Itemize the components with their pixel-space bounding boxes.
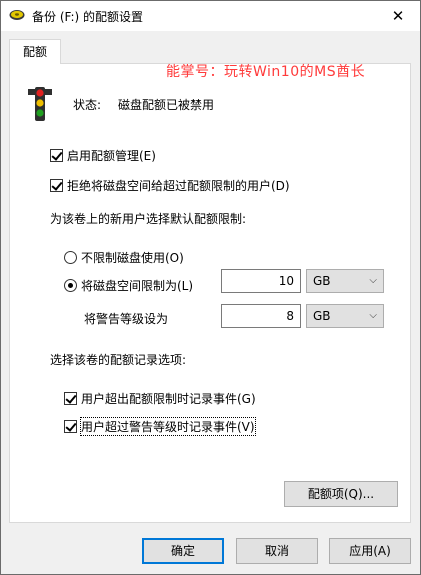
status-label: 状态: xyxy=(73,98,102,112)
limit-value-input[interactable]: 10 xyxy=(221,269,301,293)
ok-label: 确定 xyxy=(170,544,195,558)
checkbox-checked-icon xyxy=(64,392,77,405)
watermark-text: 能掌号：玩转Win10的MS酋长 xyxy=(166,64,366,80)
log-warning-label: 用户超过警告等级时记录事件(V) xyxy=(80,417,256,436)
title-bar: 备份 (F:) 的配额设置 ✕ xyxy=(1,1,420,31)
cancel-label: 取消 xyxy=(264,544,289,558)
limit-to-label: 将磁盘空间限制为(L) xyxy=(81,279,194,293)
limit-to-radio[interactable]: 将磁盘空间限制为(L) xyxy=(64,277,193,294)
log-warning-checkbox[interactable]: 用户超过警告等级时记录事件(V) xyxy=(64,417,256,436)
log-limit-checkbox[interactable]: 用户超出配额限制时记录事件(G) xyxy=(64,390,256,407)
chevron-down-icon: ⌵ xyxy=(369,275,377,286)
radio-off-icon xyxy=(64,251,77,264)
close-icon: ✕ xyxy=(391,7,405,25)
warning-value-input[interactable]: 8 xyxy=(221,304,301,328)
no-limit-radio[interactable]: 不限制磁盘使用(O) xyxy=(64,249,184,266)
no-limit-label: 不限制磁盘使用(O) xyxy=(81,251,184,265)
tab-label: 配额 xyxy=(22,45,47,59)
warning-unit-select[interactable]: GB ⌵ xyxy=(306,304,384,328)
radio-on-icon xyxy=(64,279,77,292)
close-button[interactable]: ✕ xyxy=(376,1,420,31)
checkbox-checked-icon xyxy=(64,420,77,433)
quota-entries-button[interactable]: 配额项(Q)... xyxy=(284,481,398,507)
drive-icon xyxy=(9,10,25,20)
log-limit-label: 用户超出配额限制时记录事件(G) xyxy=(81,392,256,406)
default-limit-heading: 为该卷上的新用户选择默认配额限制: xyxy=(50,212,247,226)
deny-space-checkbox[interactable]: 拒绝将磁盘空间给超过配额限制的用户(D) xyxy=(50,177,290,194)
apply-label: 应用(A) xyxy=(349,544,391,558)
checkbox-checked-icon xyxy=(50,149,63,162)
status-value: 磁盘配额已被禁用 xyxy=(118,98,215,112)
logging-heading: 选择该卷的配额记录选项: xyxy=(50,353,187,367)
quota-entries-label: 配额项(Q)... xyxy=(307,487,375,501)
cancel-button[interactable]: 取消 xyxy=(236,538,318,564)
enable-quota-label: 启用配额管理(E) xyxy=(67,149,156,163)
window-title: 备份 (F:) 的配额设置 xyxy=(32,10,144,24)
ok-button[interactable]: 确定 xyxy=(142,538,224,564)
traffic-light-icon xyxy=(28,87,52,121)
tab-quota[interactable]: 配额 xyxy=(9,39,61,64)
limit-unit-select[interactable]: GB ⌵ xyxy=(306,269,384,293)
warning-level-label: 将警告等级设为 xyxy=(84,312,169,326)
deny-space-label: 拒绝将磁盘空间给超过配额限制的用户(D) xyxy=(67,179,290,193)
chevron-down-icon: ⌵ xyxy=(369,310,377,321)
warning-unit-value: GB xyxy=(313,309,331,323)
enable-quota-checkbox[interactable]: 启用配额管理(E) xyxy=(50,147,156,164)
checkbox-checked-icon xyxy=(50,179,63,192)
quota-settings-window: 备份 (F:) 的配额设置 ✕ 配额 能掌号：玩转Win10的MS酋长 状态: … xyxy=(0,0,421,575)
apply-button[interactable]: 应用(A) xyxy=(329,538,411,564)
limit-unit-value: GB xyxy=(313,274,331,288)
